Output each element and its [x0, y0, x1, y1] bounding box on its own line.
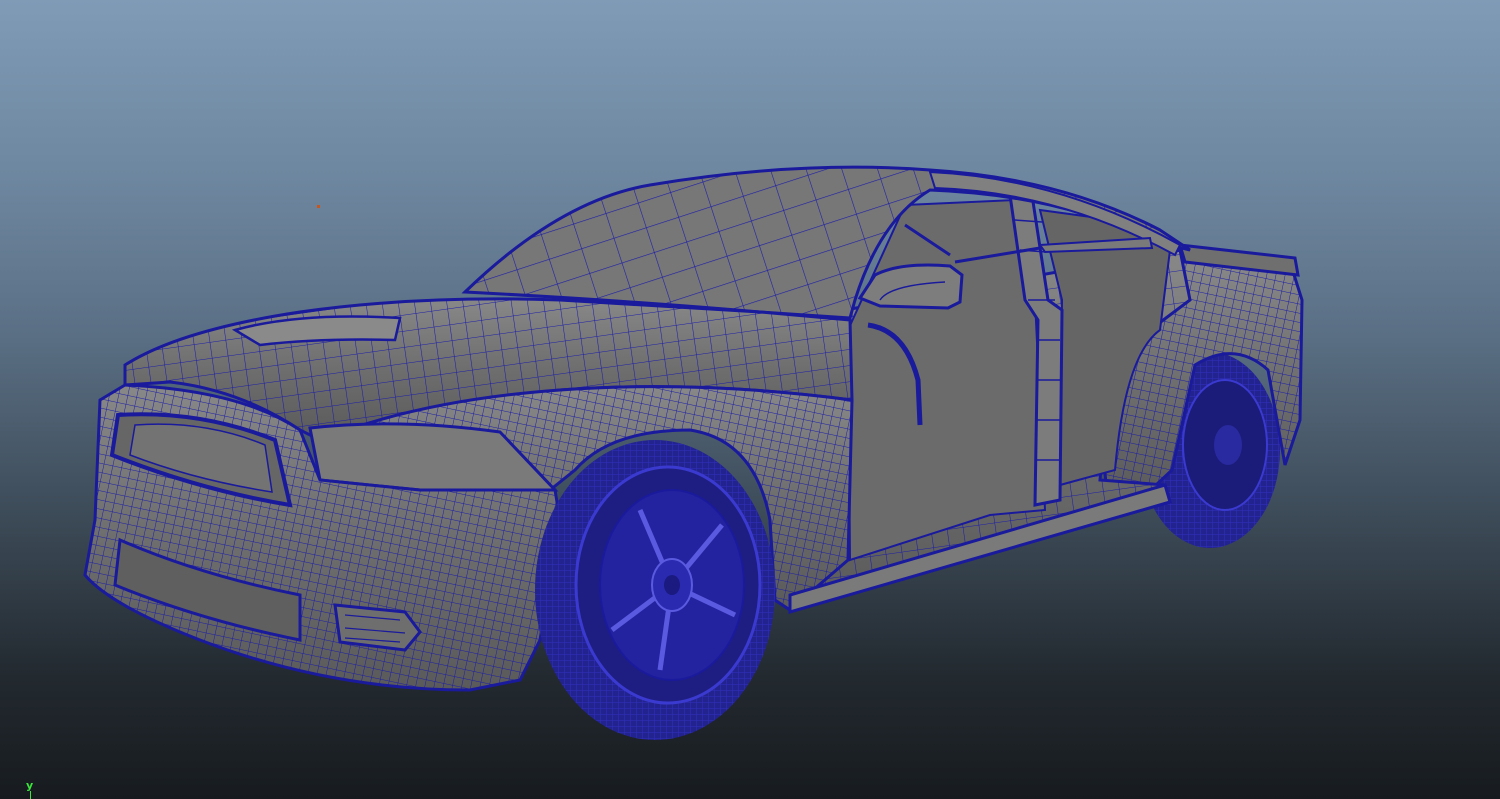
axis-y-line: [30, 791, 31, 799]
car-wireframe-model[interactable]: [0, 0, 1500, 799]
front-wheel[interactable]: [535, 440, 775, 740]
3d-viewport[interactable]: y: [0, 0, 1500, 799]
axis-y-label: y: [26, 779, 34, 792]
pivot-marker: [317, 205, 320, 208]
axis-gizmo: y: [26, 780, 40, 799]
